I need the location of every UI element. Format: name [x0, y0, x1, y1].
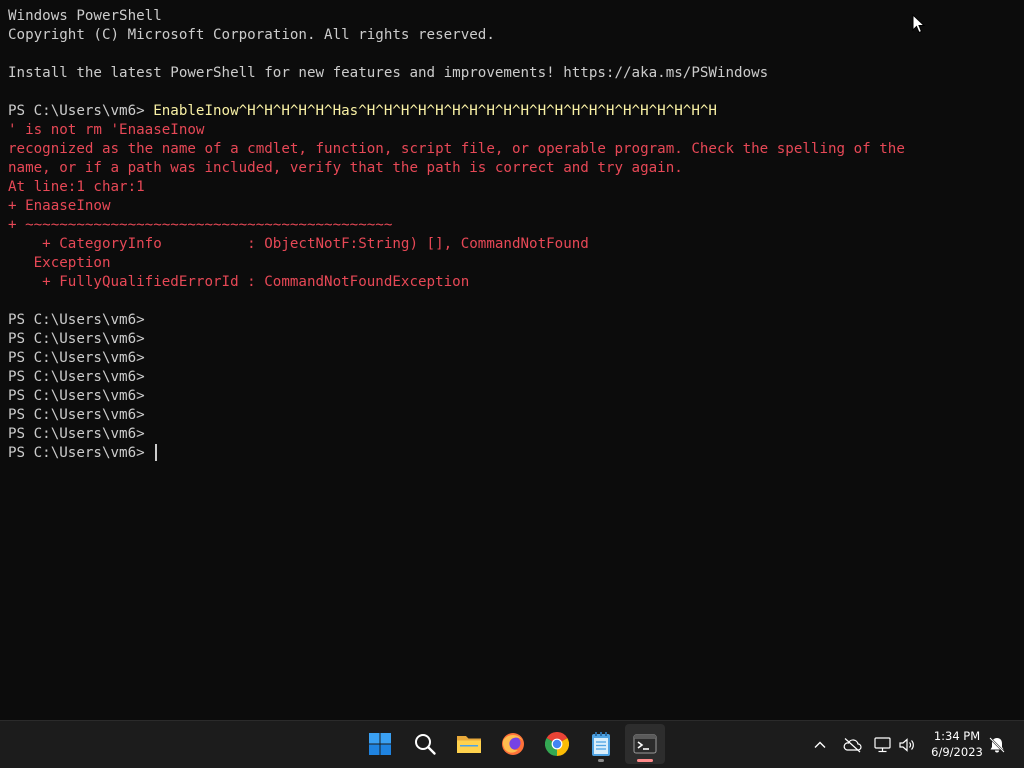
error-text: Exception: [8, 255, 111, 271]
terminal-line: Windows PowerShell: [8, 7, 1018, 26]
output-text: Install the latest PowerShell for new fe…: [8, 65, 769, 81]
active-indicator: [637, 759, 653, 762]
prompt-text: PS C:\Users\vm6>: [8, 103, 154, 119]
chrome-button[interactable]: [537, 724, 577, 764]
search-icon: [415, 734, 436, 755]
output-text: Windows PowerShell: [8, 8, 162, 24]
error-text: recognized as the name of a cmdlet, func…: [8, 141, 905, 157]
terminal-window[interactable]: Windows PowerShell Copyright (C) Microsof…: [0, 0, 1024, 720]
terminal-button[interactable]: [625, 724, 665, 764]
file-explorer-button[interactable]: [449, 724, 489, 764]
terminal-line: PS C:\Users\vm6>: [8, 444, 1018, 463]
terminal-line: + ~~~~~~~~~~~~~~~~~~~~~~~~~~~~~~~~~~~~~~…: [8, 216, 1018, 235]
error-text: name, or if a path was included, verify …: [8, 160, 683, 176]
notification-icon: [989, 737, 1005, 753]
error-text: + CategoryInfo : ObjectNotF:String) [], …: [8, 236, 589, 252]
error-text: + ~~~~~~~~~~~~~~~~~~~~~~~~~~~~~~~~~~~~~~…: [8, 217, 393, 233]
terminal-line: name, or if a path was included, verify …: [8, 159, 1018, 178]
output-text: Copyright (C) Microsoft Corporation. All…: [8, 27, 495, 43]
output-text: PS C:\Users\vm6>: [8, 369, 145, 385]
error-text: At line:1 char:1: [8, 179, 145, 195]
output-text: PS C:\Users\vm6>: [8, 331, 145, 347]
error-text: + FullyQualifiedErrorId : CommandNotFoun…: [8, 274, 470, 290]
terminal-line: PS C:\Users\vm6>: [8, 349, 1018, 368]
terminal-line: recognized as the name of a cmdlet, func…: [8, 140, 1018, 159]
terminal-line: PS C:\Users\vm6>: [8, 368, 1018, 387]
terminal-line: At line:1 char:1: [8, 178, 1018, 197]
terminal-line: PS C:\Users\vm6>: [8, 330, 1018, 349]
terminal-line: PS C:\Users\vm6>: [8, 387, 1018, 406]
output-text: PS C:\Users\vm6>: [8, 388, 145, 404]
network-button[interactable]: [871, 733, 895, 757]
terminal-line: PS C:\Users\vm6>: [8, 311, 1018, 330]
error-text: ' is not rm 'EnaaseInow: [8, 122, 205, 138]
output-text: PS C:\Users\vm6>: [8, 350, 145, 366]
notepad-icon: [592, 732, 610, 756]
onedrive-offline-icon: [843, 738, 862, 753]
terminal-line: Copyright (C) Microsoft Corporation. All…: [8, 26, 1018, 45]
terminal-line: ' is not rm 'EnaaseInow: [8, 121, 1018, 140]
folder-icon: [457, 736, 481, 753]
network-icon: [874, 737, 891, 753]
notepad-button[interactable]: [581, 724, 621, 764]
clock-time: 1:34 PM: [933, 729, 981, 743]
prompt-text: PS C:\Users\vm6>: [8, 445, 154, 461]
error-text: + EnaaseInow: [8, 198, 111, 214]
text-cursor: [155, 444, 157, 461]
onedrive-button[interactable]: [840, 733, 864, 757]
mouse-pointer-icon: [912, 14, 926, 34]
chrome-icon: [545, 732, 569, 756]
terminal-line: + EnaaseInow: [8, 197, 1018, 216]
start-button[interactable]: [360, 724, 400, 764]
terminal-line: PS C:\Users\vm6> EnableInow^H^H^H^H^H^Ha…: [8, 102, 1018, 121]
chevron-up-icon: [814, 741, 826, 748]
windows-icon: [369, 733, 391, 755]
show-hidden-icons-button[interactable]: [808, 733, 832, 757]
terminal-line: PS C:\Users\vm6>: [8, 406, 1018, 425]
terminal-line: Exception: [8, 254, 1018, 273]
taskbar: 1:34 PM 6/9/2023: [0, 720, 1024, 768]
notification-button[interactable]: [985, 733, 1009, 757]
output-text: PS C:\Users\vm6>: [8, 426, 145, 442]
volume-icon: [899, 738, 914, 752]
terminal-line: Install the latest PowerShell for new fe…: [8, 64, 1018, 83]
firefox-button[interactable]: [493, 724, 533, 764]
terminal-line: PS C:\Users\vm6>: [8, 425, 1018, 444]
terminal-icon: [633, 734, 657, 754]
clock-date: 6/9/2023: [931, 745, 983, 759]
clock[interactable]: 1:34 PM 6/9/2023: [926, 728, 988, 760]
output-text: PS C:\Users\vm6>: [8, 407, 145, 423]
firefox-icon: [502, 733, 524, 755]
volume-button[interactable]: [895, 733, 919, 757]
terminal-line: + CategoryInfo : ObjectNotF:String) [], …: [8, 235, 1018, 254]
output-text: PS C:\Users\vm6>: [8, 312, 145, 328]
command-text: EnableInow^H^H^H^H^H^Has^H^H^H^H^H^H^H^H…: [153, 103, 717, 119]
running-indicator: [598, 759, 604, 762]
terminal-output: Windows PowerShell Copyright (C) Microsof…: [8, 7, 1018, 463]
terminal-line: + FullyQualifiedErrorId : CommandNotFoun…: [8, 273, 1018, 292]
search-button[interactable]: [405, 724, 445, 764]
